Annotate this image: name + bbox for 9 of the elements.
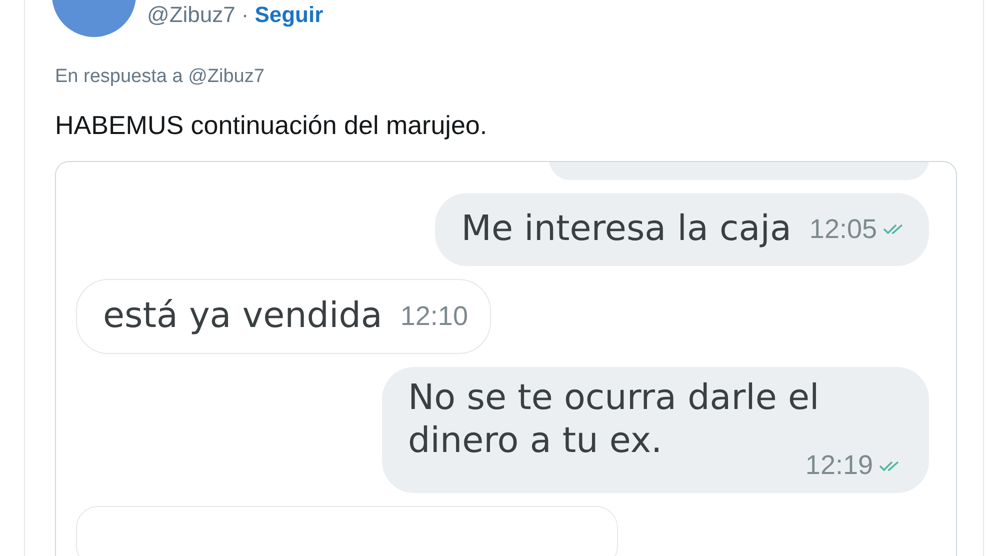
message-text: Me interesa la caja [461, 208, 792, 251]
separator-dot: · [241, 2, 249, 28]
message-time: 12:05 [809, 214, 877, 245]
follow-link[interactable]: Seguir [254, 2, 324, 28]
user-handle[interactable]: @Zibuz7 [147, 2, 236, 28]
tweet-text: HABEMUS continuación del marujeo. [55, 110, 488, 141]
message-text: está ya vendida [103, 294, 382, 338]
reply-context: En respuesta a @Zibuz7 [55, 66, 266, 88]
message-time: 12:10 [400, 300, 468, 332]
